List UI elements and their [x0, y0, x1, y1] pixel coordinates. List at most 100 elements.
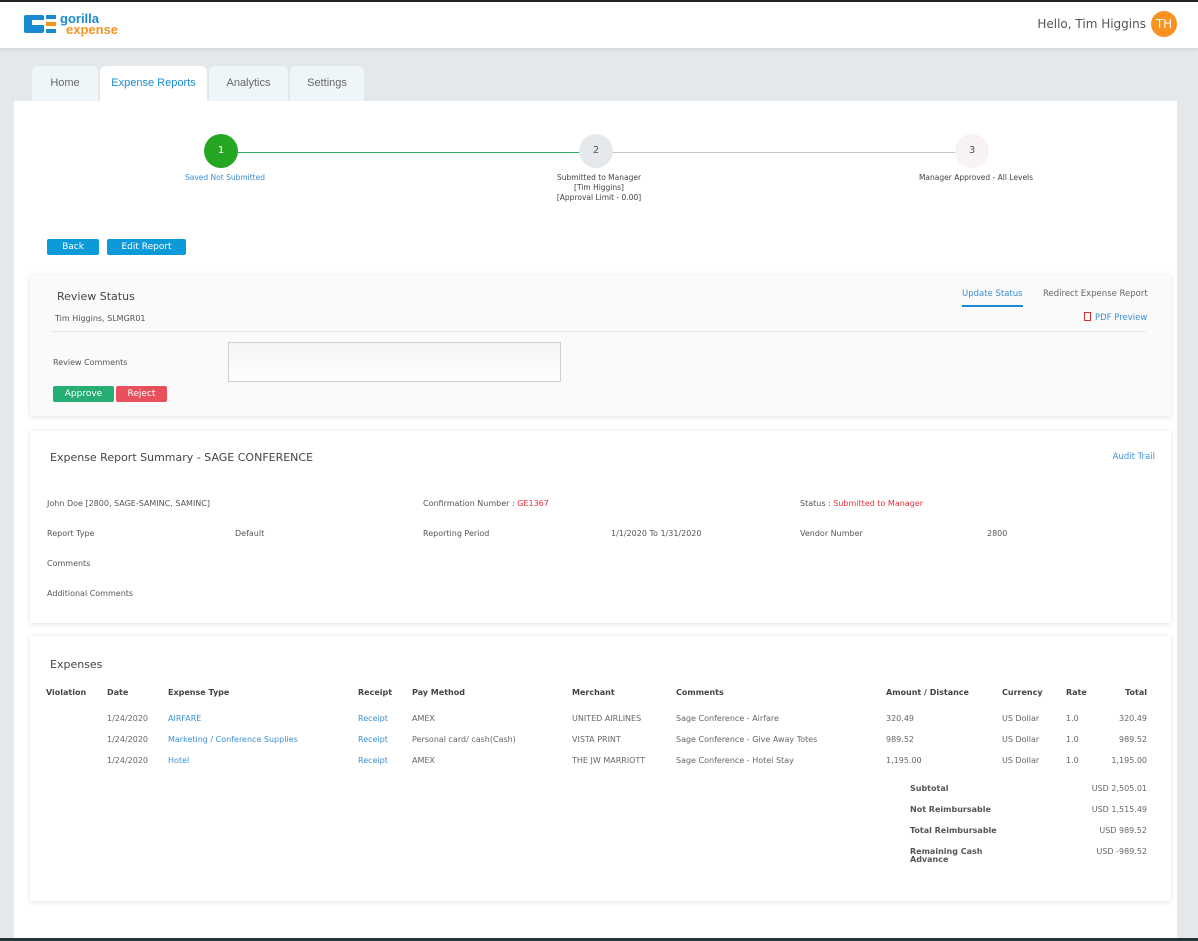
expense-report-summary-card: Expense Report Summary - SAGE CONFERENCE… — [30, 431, 1171, 623]
step-2-label-line: [Tim Higgins] — [574, 183, 624, 192]
back-button[interactable]: Back — [47, 239, 99, 255]
column-header-rate: Rate — [1066, 688, 1087, 697]
gorilla-expense-logo[interactable]: gorilla expense — [24, 12, 119, 37]
review-comments-label: Review Comments — [53, 358, 128, 367]
user-avatar[interactable]: TH — [1151, 11, 1177, 37]
pay-method: AMEX — [412, 714, 435, 723]
pay-method: Personal card/ cash(Cash) — [412, 735, 516, 744]
report-type-label: Report Type — [47, 529, 95, 538]
update-status-tab[interactable]: Update Status — [962, 289, 1023, 307]
expense-rate: 1.0 — [1066, 714, 1079, 723]
step-3-circle: 3 — [955, 134, 989, 168]
logo-mark-icon — [24, 13, 58, 35]
edit-report-button[interactable]: Edit Report — [107, 239, 186, 255]
expense-currency: US Dollar — [1002, 735, 1040, 744]
tab-expense-reports[interactable]: Expense Reports — [100, 66, 207, 101]
expense-amount: 320.49 — [886, 714, 914, 723]
vendor-number-value: 2800 — [987, 529, 1008, 538]
column-header-total: Total — [1125, 688, 1147, 697]
confirmation-value: GE1367 — [517, 499, 549, 508]
step-connector-completed — [235, 152, 597, 153]
pdf-preview-link[interactable]: PDF Preview — [1084, 311, 1147, 323]
review-status-card: Review Status Tim Higgins, SLMGR01 Updat… — [30, 275, 1171, 416]
column-header-merchant: Merchant — [572, 688, 615, 697]
receipt-link[interactable]: Receipt — [358, 714, 388, 723]
approve-button[interactable]: Approve — [53, 386, 114, 402]
top-bar: gorilla expense Hello, Tim Higgins TH — [0, 0, 1198, 48]
reviewer-name: Tim Higgins, SLMGR01 — [55, 314, 146, 323]
vendor-number-label: Vendor Number — [800, 529, 863, 538]
column-header-violation: Violation — [46, 688, 87, 697]
expense-amount: 989.52 — [886, 735, 914, 744]
tab-analytics[interactable]: Analytics — [209, 66, 288, 101]
expense-type-link[interactable]: Marketing / Conference Supplies — [168, 735, 298, 744]
reject-button[interactable]: Reject — [116, 386, 167, 402]
pay-method: AMEX — [412, 756, 435, 765]
expense-date: 1/24/2020 — [107, 735, 149, 744]
not-reimbursable-value: USD 1,515.49 — [1091, 805, 1147, 814]
expense-date: 1/24/2020 — [107, 714, 149, 723]
not-reimbursable-label: Not Reimbursable — [910, 805, 991, 814]
column-header-amount: Amount / Distance — [886, 688, 969, 697]
expense-currency: US Dollar — [1002, 756, 1040, 765]
receipt-link[interactable]: Receipt — [358, 735, 388, 744]
receipt-link[interactable]: Receipt — [358, 756, 388, 765]
step-1-label: Saved Not Submitted — [185, 173, 265, 182]
divider — [52, 331, 1146, 332]
confirmation-number: Confirmation Number : GE1367 — [423, 499, 549, 508]
summary-title: Expense Report Summary - SAGE CONFERENCE — [50, 451, 314, 464]
employee-info: John Doe [2800, SAGE-SAMINC, SAMINC] — [47, 499, 210, 508]
status-label: Status : — [800, 499, 831, 508]
confirmation-label: Confirmation Number : — [423, 499, 515, 508]
remaining-cash-advance-label: Remaining Cash Advance — [910, 848, 982, 864]
step-3-label: Manager Approved - All Levels — [918, 173, 1034, 182]
step-2-label-line: [Approval Limit - 0.00] — [556, 193, 642, 202]
expense-total: 989.52 — [1119, 735, 1147, 744]
expense-total: 1,195.00 — [1111, 756, 1147, 765]
column-header-comments: Comments — [676, 688, 724, 697]
approval-stepper: 1 2 3 Saved Not Submitted Submitted to M… — [14, 101, 1177, 211]
expense-type-link[interactable]: AIRFARE — [168, 714, 201, 723]
report-type-value: Default — [235, 529, 265, 538]
expense-type-link[interactable]: Hotel — [168, 756, 189, 765]
audit-trail-link[interactable]: Audit Trail — [1113, 452, 1155, 462]
pdf-preview-label: PDF Preview — [1095, 313, 1148, 323]
expense-rate: 1.0 — [1066, 756, 1079, 765]
merchant: THE JW MARRIOTT — [572, 756, 646, 765]
step-2-circle: 2 — [579, 134, 613, 168]
expense-amount: 1,195.00 — [886, 756, 922, 765]
step-connector-pending — [611, 152, 969, 153]
expenses-card: Expenses Violation Date Expense Type Rec… — [30, 636, 1171, 901]
tab-home[interactable]: Home — [32, 66, 98, 101]
redirect-expense-report-tab[interactable]: Redirect Expense Report — [1043, 289, 1148, 299]
main-content: 1 2 3 Saved Not Submitted Submitted to M… — [14, 101, 1177, 941]
subtotal-value: USD 2,505.01 — [1091, 784, 1147, 793]
expense-comments: Sage Conference - Airfare — [676, 714, 779, 723]
pdf-file-icon — [1084, 312, 1091, 321]
expense-rate: 1.0 — [1066, 735, 1079, 744]
column-header-currency: Currency — [1002, 688, 1043, 697]
review-comments-input[interactable] — [228, 342, 561, 382]
expenses-title: Expenses — [50, 658, 103, 671]
column-header-receipt: Receipt — [358, 688, 393, 697]
expense-comments: Sage Conference - Give Away Totes — [676, 735, 818, 744]
expense-currency: US Dollar — [1002, 714, 1040, 723]
expense-total: 320.49 — [1119, 714, 1147, 723]
tab-settings[interactable]: Settings — [290, 66, 364, 101]
additional-comments-label: Additional Comments — [47, 589, 134, 598]
column-header-expense-type: Expense Type — [168, 688, 230, 697]
column-header-date: Date — [107, 688, 129, 697]
review-status-title: Review Status — [57, 290, 135, 303]
merchant: UNITED AIRLINES — [572, 714, 642, 723]
total-reimbursable-label: Total Reimbursable — [910, 826, 997, 835]
logo-text-expense: expense — [66, 22, 119, 37]
reporting-period-value: 1/1/2020 To 1/31/2020 — [611, 529, 702, 538]
comments-label: Comments — [47, 559, 91, 568]
main-tabs: Home Expense Reports Analytics Settings — [32, 66, 366, 101]
total-reimbursable-value: USD 989.52 — [1099, 826, 1147, 835]
expense-date: 1/24/2020 — [107, 756, 149, 765]
reporting-period-label: Reporting Period — [423, 529, 490, 538]
step-2-label: Submitted to Manager [Tim Higgins] [Appr… — [529, 173, 669, 203]
step-1-circle: 1 — [204, 134, 238, 168]
merchant: VISTA PRINT — [572, 735, 621, 744]
